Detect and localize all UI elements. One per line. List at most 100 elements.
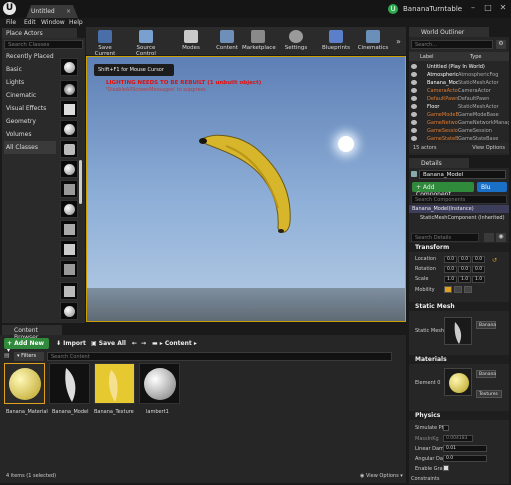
search-content-input[interactable]: Search Content	[47, 352, 392, 361]
scale-z[interactable]: 1.0	[472, 276, 485, 283]
content-button[interactable]: Content	[214, 27, 240, 55]
close-window-button[interactable]: ✕	[496, 2, 510, 14]
mobility-static[interactable]	[444, 286, 452, 293]
actor-name-field[interactable]: Banana_Model	[419, 170, 506, 179]
actor-thumb[interactable]	[60, 180, 78, 198]
world-outliner-tab[interactable]: World Outliner	[409, 27, 489, 37]
menu-help[interactable]: Help	[69, 19, 83, 26]
category-all-classes[interactable]: All Classes	[4, 141, 56, 154]
outliner-row[interactable]: GameSessionGameSession	[409, 127, 509, 135]
category-geometry[interactable]: Geometry	[4, 115, 56, 128]
category-cinematic[interactable]: Cinematic	[4, 89, 56, 102]
filters-button[interactable]: ▾ Filters	[14, 352, 44, 361]
linear-damping-field[interactable]: 0.01	[443, 445, 487, 452]
physics-section[interactable]: Physics	[409, 411, 509, 420]
actor-thumb[interactable]	[60, 58, 78, 76]
add-new-button[interactable]: + Add New ▾	[4, 338, 49, 354]
actor-thumb[interactable]	[60, 200, 78, 218]
location-z[interactable]: 0.0	[472, 256, 485, 263]
actor-thumb[interactable]	[60, 240, 78, 258]
blueprints-button[interactable]: Blueprints	[320, 27, 352, 55]
asset-banana-material[interactable]	[4, 363, 45, 404]
static-mesh-dropdown[interactable]: Banana	[476, 321, 496, 329]
scale-x[interactable]: 1.0	[444, 276, 457, 283]
angular-damping-field[interactable]: 0.0	[443, 455, 487, 462]
component-mesh-row[interactable]: StaticMeshComponent (Inherited)	[420, 215, 505, 221]
rotation-y[interactable]: 0.0	[458, 266, 471, 273]
content-view-options[interactable]: ◉ View Options ▾	[360, 473, 403, 479]
search-details-input[interactable]: Search Details	[411, 233, 479, 242]
actor-thumb[interactable]	[60, 120, 78, 138]
asset-banana-texture[interactable]	[94, 363, 135, 404]
menu-window[interactable]: Window	[41, 19, 65, 26]
outliner-row[interactable]: Banana_ModelStaticMeshActor	[409, 79, 509, 87]
actor-thumb[interactable]	[60, 282, 78, 300]
visibility-eye-icon[interactable]	[411, 64, 417, 69]
scale-label[interactable]: Scale	[415, 276, 428, 282]
material-thumb[interactable]	[444, 368, 472, 396]
settings-dropdown-icon[interactable]: ⚙	[496, 40, 506, 49]
visibility-eye-icon[interactable]	[411, 96, 417, 101]
sources-toggle-icon[interactable]: ▤	[4, 352, 12, 361]
maximize-button[interactable]: □	[481, 2, 495, 14]
scale-y[interactable]: 1.0	[458, 276, 471, 283]
toolbar-more-icon[interactable]: »	[396, 37, 401, 46]
outliner-row[interactable]: GameStateBaseGameStateBase	[409, 135, 509, 143]
menu-file[interactable]: File	[6, 19, 16, 26]
grid-view-icon[interactable]	[484, 233, 494, 242]
mobility-stationary[interactable]	[454, 286, 462, 293]
location-label[interactable]: Location	[415, 256, 436, 262]
visibility-eye-icon[interactable]	[411, 136, 417, 141]
asset-banana-model[interactable]	[49, 363, 90, 404]
textures-dropdown[interactable]: Textures	[476, 390, 502, 398]
actor-thumb[interactable]	[60, 100, 78, 118]
place-actors-tab[interactable]: Place Actors	[2, 28, 77, 38]
outliner-row[interactable]: AtmosphericFogAtmosphericFog	[409, 71, 509, 79]
outliner-row[interactable]: CameraActorCameraActor	[409, 87, 509, 95]
transform-section[interactable]: Transform	[409, 243, 509, 252]
visibility-eye-icon[interactable]	[411, 80, 417, 85]
visibility-eye-icon[interactable]	[411, 128, 417, 133]
outliner-search-input[interactable]: Search...	[411, 40, 493, 49]
col-label[interactable]: Label	[420, 54, 470, 60]
constraints-section[interactable]: Constraints	[411, 476, 440, 482]
material-dropdown[interactable]: Banana	[476, 370, 496, 378]
rotation-z[interactable]: 0.0	[472, 266, 485, 273]
asset-lambert1[interactable]	[139, 363, 180, 404]
unreal-logo-icon[interactable]: U	[3, 2, 16, 15]
outliner-view-options[interactable]: View Options	[472, 145, 505, 151]
component-instance-row[interactable]: Banana_Model(Instance)	[409, 205, 509, 213]
source-control-button[interactable]: Source Control	[126, 27, 166, 57]
actor-thumb[interactable]	[60, 160, 78, 178]
outliner-row[interactable]: GameModeBaseGameModeBase	[409, 111, 509, 119]
menu-edit[interactable]: Edit	[24, 19, 36, 26]
category-lights[interactable]: Lights	[4, 76, 56, 89]
outliner-row[interactable]: DefaultPawnDefaultPawn	[409, 95, 509, 103]
location-y[interactable]: 0.0	[458, 256, 471, 263]
actor-thumb[interactable]	[60, 80, 78, 98]
visibility-eye-icon[interactable]	[411, 88, 417, 93]
minimize-button[interactable]: –	[466, 2, 480, 14]
category-volumes[interactable]: Volumes	[4, 128, 56, 141]
mobility-movable[interactable]	[464, 286, 472, 293]
blueprint-button[interactable]: Blu	[477, 182, 507, 192]
enable-gravity-checkbox[interactable]	[443, 465, 449, 471]
cinematics-button[interactable]: Cinematics	[356, 27, 390, 55]
reset-arrow-icon[interactable]: ↺	[492, 257, 497, 264]
actor-thumb[interactable]	[60, 260, 78, 278]
simulate-physics-checkbox[interactable]	[443, 425, 449, 431]
visibility-eye-icon[interactable]	[411, 112, 417, 117]
rotation-x[interactable]: 0.0	[444, 266, 457, 273]
back-button[interactable]: ←	[132, 338, 137, 349]
static-mesh-section[interactable]: Static Mesh	[409, 302, 509, 311]
eye-icon[interactable]: ◉	[496, 233, 506, 242]
details-tab[interactable]: Details	[409, 158, 469, 168]
category-basic[interactable]: Basic	[4, 63, 56, 76]
search-classes-input[interactable]: Search Classes	[4, 40, 83, 49]
modes-button[interactable]: Modes	[178, 27, 204, 55]
content-browser-tab[interactable]: Content Browser	[2, 325, 62, 341]
actor-thumb[interactable]	[60, 220, 78, 238]
path-content[interactable]: Content	[165, 340, 192, 347]
outliner-row[interactable]: Floor StaticMeshActor	[409, 103, 509, 111]
category-visual-effects[interactable]: Visual Effects	[4, 102, 56, 115]
